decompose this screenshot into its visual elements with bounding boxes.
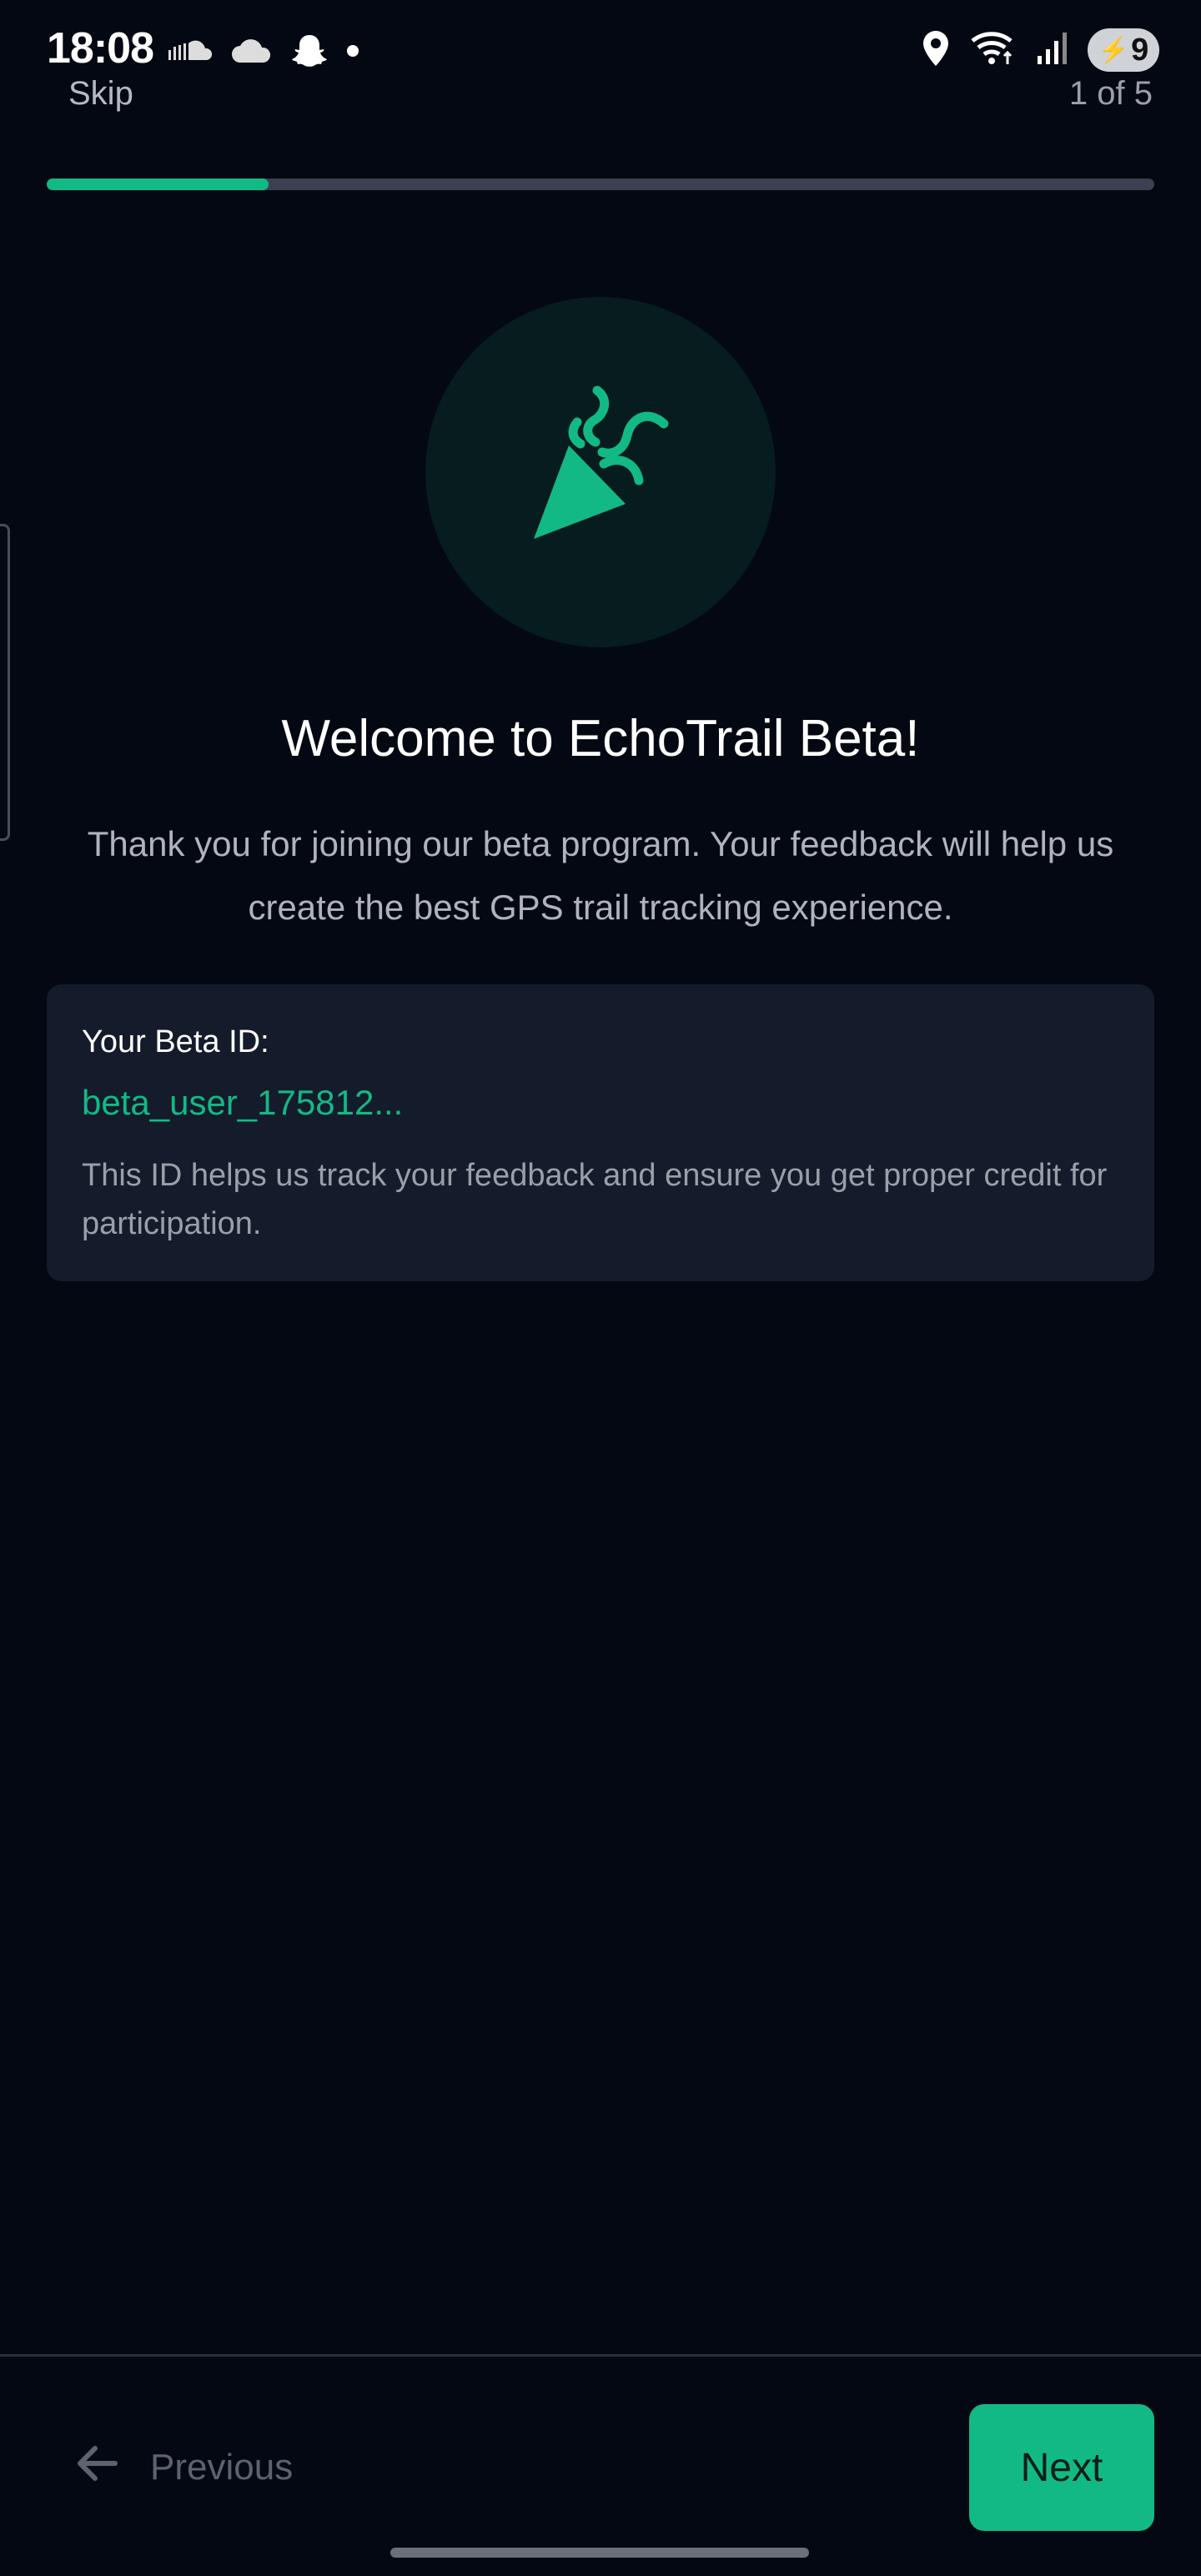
battery-level: 9 — [1131, 32, 1149, 68]
dot-icon — [345, 43, 360, 62]
onboarding-progress-bar — [47, 179, 1154, 190]
hero-icon-circle — [425, 297, 776, 647]
arrow-left-icon — [72, 2438, 122, 2498]
beta-id-card: Your Beta ID: beta_user_175812... This I… — [47, 984, 1154, 1281]
snapchat-icon — [290, 32, 329, 73]
previous-button[interactable]: Previous — [72, 2401, 293, 2534]
previous-label: Previous — [150, 2447, 294, 2488]
skip-button[interactable]: Skip — [68, 75, 133, 113]
home-indicator[interactable] — [390, 2548, 809, 2558]
welcome-title: Welcome to EchoTrail Beta! — [281, 710, 920, 767]
status-bar: 18:08 ⚡ 9 — [0, 0, 1201, 100]
progress-fill — [47, 179, 269, 190]
system-icons: ⚡ 9 — [921, 28, 1159, 72]
cloud-icon — [230, 38, 274, 68]
welcome-subtitle: Thank you for joining our beta program. … — [87, 824, 1114, 927]
footer-divider — [0, 2354, 1201, 2357]
soundcloud-icon — [167, 38, 214, 67]
battery-icon: ⚡ 9 — [1088, 28, 1159, 72]
wifi-icon — [969, 29, 1018, 71]
beta-id-description: This ID helps us track your feedback and… — [82, 1158, 1108, 1241]
step-counter: 1 of 5 — [1068, 75, 1153, 112]
edge-panel-handle[interactable] — [0, 524, 10, 841]
beta-id-label: Your Beta ID: — [82, 1024, 269, 1059]
location-icon — [921, 29, 951, 71]
next-button[interactable]: Next — [969, 2404, 1154, 2531]
beta-id-value: beta_user_175812... — [82, 1083, 404, 1122]
party-popper-icon — [509, 379, 692, 566]
notification-icons — [167, 32, 360, 73]
status-time: 18:08 — [47, 24, 154, 73]
signal-icon — [1036, 31, 1069, 69]
